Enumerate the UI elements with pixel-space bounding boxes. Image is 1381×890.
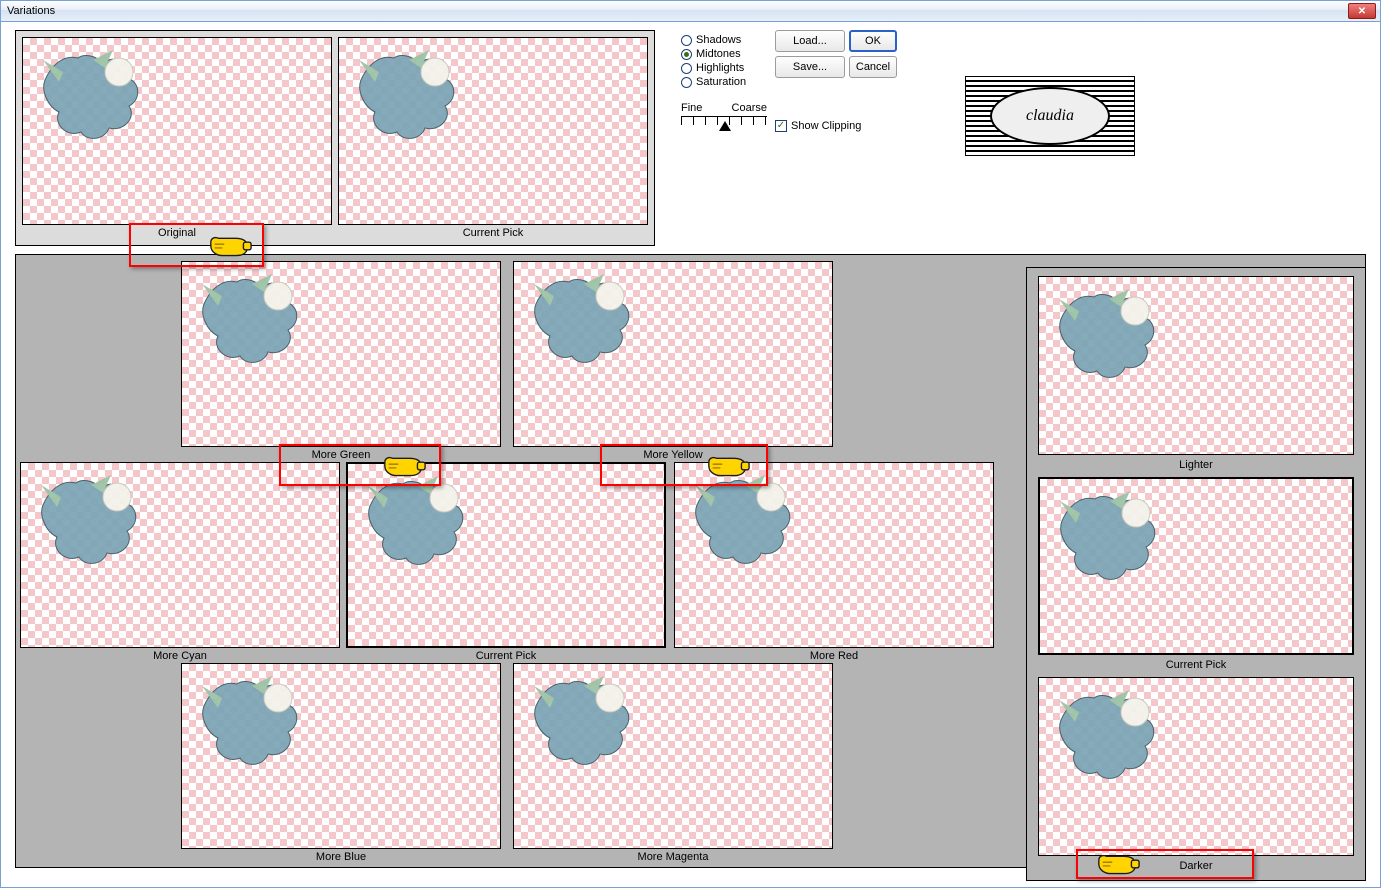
slider-label-fine: Fine [681,102,702,114]
thumb-more-magenta[interactable] [513,663,833,849]
thumb-more-green[interactable] [181,261,501,447]
fine-coarse-slider[interactable]: Fine Coarse [681,102,767,136]
label-more-cyan: More Cyan [20,648,340,662]
radio-shadows[interactable]: Shadows [681,34,767,46]
cancel-button[interactable]: Cancel [849,56,897,78]
top-preview-panel: Original Current Pick [15,30,655,246]
ok-button[interactable]: OK [849,30,897,52]
dialog-body: Original Current Pick Shadows Midtones H… [0,22,1381,888]
title-bar: Variations ✕ [0,0,1381,22]
thumb-more-red[interactable] [674,462,994,648]
thumb-current-right[interactable] [1038,477,1354,656]
radio-midtones[interactable]: Midtones [681,48,767,60]
close-button[interactable]: ✕ [1348,3,1376,19]
label-lighter: Lighter [1179,457,1213,471]
thumb-original[interactable] [22,37,332,225]
label-more-red: More Red [674,648,994,662]
label-darker: Darker [1179,858,1212,872]
thumb-more-yellow[interactable] [513,261,833,447]
radio-highlights[interactable]: Highlights [681,62,767,74]
brightness-panel: Lighter Current Pick Darker [1026,267,1366,881]
label-current-right: Current Pick [1166,657,1227,671]
thumb-more-blue[interactable] [181,663,501,849]
thumb-current-center[interactable] [346,462,666,648]
thumb-darker[interactable] [1038,677,1354,856]
label-more-yellow: More Yellow [513,447,833,461]
show-clipping-checkbox[interactable] [775,120,787,132]
thumb-current-top[interactable] [338,37,648,225]
tone-radiogroup: Shadows Midtones Highlights Saturation [681,30,767,88]
logo: claudia [965,76,1135,156]
slider-label-coarse: Coarse [732,102,767,114]
save-button[interactable]: Save... [775,56,845,78]
logo-text: claudia [990,87,1110,145]
radio-saturation[interactable]: Saturation [681,76,767,88]
show-clipping-label: Show Clipping [791,120,861,132]
label-more-green: More Green [181,447,501,461]
load-button[interactable]: Load... [775,30,845,52]
controls-cluster: Shadows Midtones Highlights Saturation F… [681,30,1135,156]
label-more-magenta: More Magenta [513,849,833,863]
label-more-blue: More Blue [181,849,501,863]
label-current-center: Current Pick [346,648,666,662]
thumb-lighter[interactable] [1038,276,1354,455]
label-original: Original [22,225,332,239]
window-title: Variations [7,5,55,17]
label-current-top: Current Pick [338,225,648,239]
thumb-more-cyan[interactable] [20,462,340,648]
